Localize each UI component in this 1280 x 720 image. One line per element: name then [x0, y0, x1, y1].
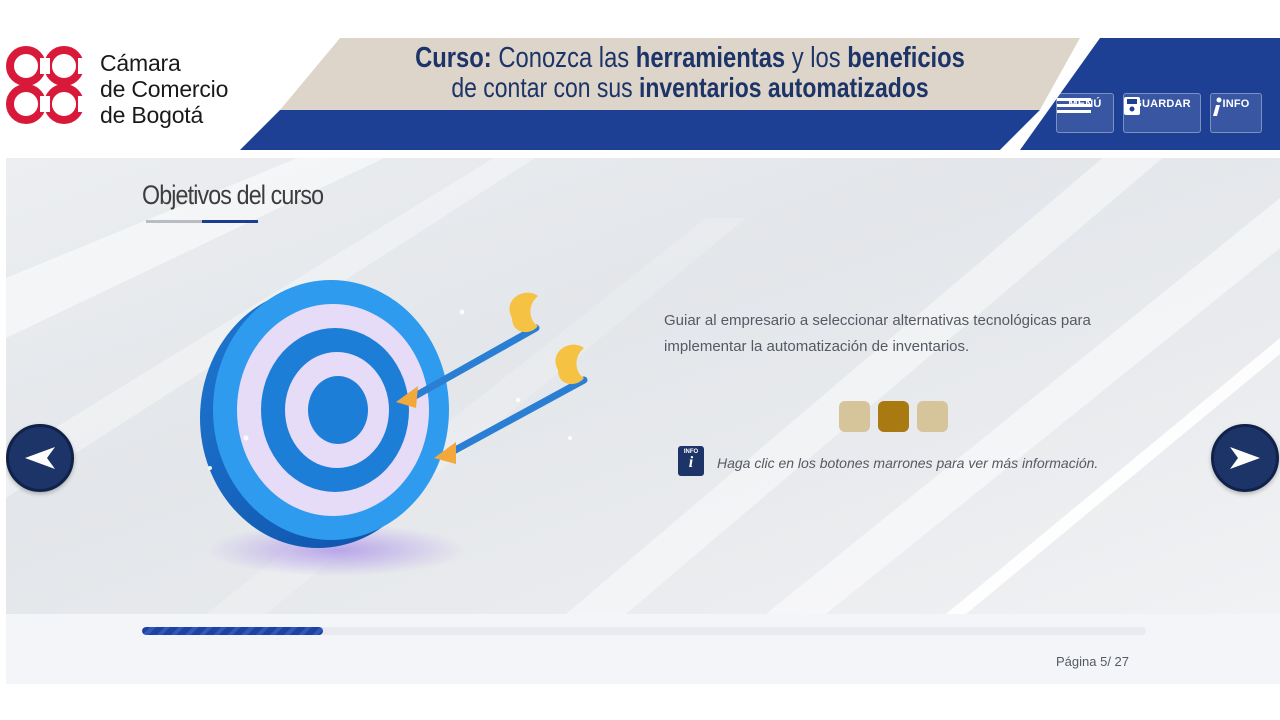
logo-text-line-1: Cámara — [100, 50, 181, 76]
arrow-left-icon — [25, 447, 55, 469]
next-page-button[interactable] — [1211, 424, 1279, 492]
logo-text-line-2: de Comercio — [100, 76, 229, 102]
save-icon — [1124, 97, 1140, 115]
course-progress-fill — [142, 627, 323, 635]
menu-button[interactable]: MENÚ — [1056, 93, 1114, 133]
hamburger-icon — [1057, 98, 1091, 113]
info-button[interactable]: INFO — [1210, 93, 1262, 133]
title-underline — [146, 220, 258, 223]
arrow-right-icon — [1230, 447, 1260, 469]
footer: Página 5/ 27 — [6, 614, 1280, 684]
page-indicator: Página 5/ 27 — [1056, 654, 1130, 669]
hint-info-icon: INFO i — [678, 446, 704, 476]
course-title-line-1: Curso: Conozca las herramientas y los be… — [415, 42, 965, 74]
course-title-line-2: de contar con sus inventarios automatiza… — [451, 72, 929, 103]
info-option-button-2[interactable] — [878, 401, 909, 432]
hint-text: Haga clic en los botones marrones para v… — [717, 455, 1099, 471]
previous-page-button[interactable] — [6, 424, 74, 492]
save-button[interactable]: GUARDAR — [1123, 93, 1201, 133]
content-panel: Objetivos del curso Guiar al empresario … — [6, 158, 1280, 614]
course-progress-bar — [142, 627, 1146, 635]
info-icon — [1213, 97, 1222, 116]
logo-text-line-3: de Bogotá — [100, 102, 204, 128]
header: Cámara de Comercio de Bogotá Curso: Cono… — [0, 0, 1280, 158]
course-banner: Curso: Conozca las herramientas y los be… — [240, 38, 1280, 150]
info-option-button-1[interactable] — [839, 401, 870, 432]
title-prefix: Curso: — [415, 42, 492, 74]
logo-mark-icon — [6, 46, 90, 124]
hint-info-icon-glyph: i — [688, 454, 694, 471]
camara-comercio-bogota-logo: Cámara de Comercio de Bogotá — [4, 44, 264, 134]
course-objective-text: Guiar al empresario a seleccionar altern… — [664, 312, 1091, 355]
info-option-button-3[interactable] — [917, 401, 948, 432]
target-with-arrows-icon — [200, 280, 588, 576]
section-title: Objetivos del curso — [142, 180, 324, 210]
